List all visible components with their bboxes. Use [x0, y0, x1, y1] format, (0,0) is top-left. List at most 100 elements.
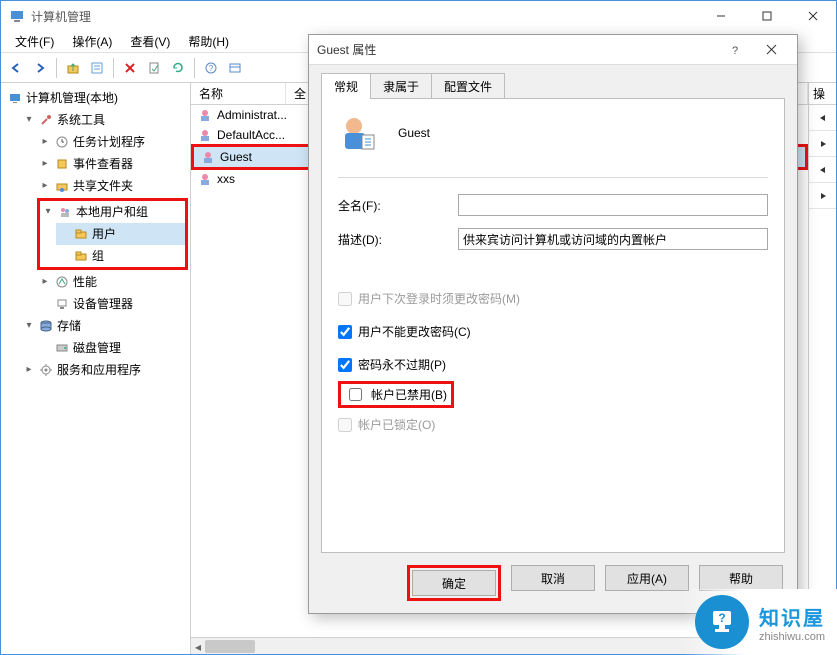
scroll-left-icon[interactable]: ◂ — [191, 638, 205, 655]
cancel-button[interactable]: 取消 — [511, 565, 595, 591]
users-groups-icon — [57, 204, 73, 220]
check-cannot-change-row[interactable]: 用户不能更改密码(C) — [338, 323, 768, 340]
chevron-down-icon[interactable]: ▾ — [23, 110, 35, 130]
check-locked-row: 帐户已锁定(O) — [338, 416, 768, 433]
tree-disk-management[interactable]: 磁盘管理 — [37, 337, 188, 359]
check-label: 用户不能更改密码(C) — [358, 323, 471, 340]
delete-button[interactable] — [119, 57, 141, 79]
forward-button[interactable] — [29, 57, 51, 79]
user-icon — [197, 127, 213, 143]
scroll-thumb[interactable] — [205, 640, 255, 653]
tree-pane: 计算机管理(本地) ▾ 系统工具 — [1, 83, 191, 654]
user-large-icon — [338, 113, 378, 153]
tree-label: 共享文件夹 — [73, 176, 133, 196]
up-folder-button[interactable] — [62, 57, 84, 79]
actions-expand-1[interactable] — [809, 105, 836, 131]
minimize-button[interactable] — [698, 1, 744, 31]
menu-view[interactable]: 查看(V) — [122, 31, 178, 52]
check-cannot-change[interactable] — [338, 325, 352, 339]
tree-root[interactable]: 计算机管理(本地) — [5, 87, 188, 109]
tree-system-tools[interactable]: ▾ 系统工具 — [21, 109, 188, 131]
ok-button[interactable]: 确定 — [412, 570, 496, 596]
back-button[interactable] — [5, 57, 27, 79]
tab-general[interactable]: 常规 — [321, 73, 371, 99]
tree-storage[interactable]: ▾ 存储 — [21, 315, 188, 337]
tree-label: 存储 — [57, 316, 81, 336]
app-icon — [9, 8, 25, 24]
tools-icon — [38, 112, 54, 128]
properties-button[interactable] — [86, 57, 108, 79]
check-never-expire[interactable] — [338, 358, 352, 372]
tab-profile[interactable]: 配置文件 — [431, 73, 505, 99]
tree-label: 磁盘管理 — [73, 338, 121, 358]
list-item-label: Administrat... — [217, 108, 287, 122]
maximize-button[interactable] — [744, 1, 790, 31]
chevron-right-icon[interactable]: ▸ — [23, 360, 35, 380]
help-button[interactable]: 帮助 — [699, 565, 783, 591]
tree-label: 性能 — [73, 272, 97, 292]
refresh-button[interactable] — [167, 57, 189, 79]
export-button[interactable] — [143, 57, 165, 79]
performance-icon — [54, 274, 70, 290]
tree-label: 本地用户和组 — [76, 202, 148, 222]
menu-action[interactable]: 操作(A) — [64, 31, 120, 52]
chevron-right-icon[interactable]: ▸ — [39, 132, 51, 152]
description-label: 描述(D): — [338, 231, 448, 248]
description-input[interactable] — [458, 228, 768, 250]
watermark-title: 知识屋 — [759, 602, 825, 631]
actions-item-2[interactable] — [809, 183, 836, 209]
watermark: ? 知识屋 zhishiwu.com — [683, 589, 837, 655]
check-never-expire-row[interactable]: 密码永不过期(P) — [338, 356, 768, 373]
tree-groups[interactable]: 组 — [56, 245, 185, 267]
dialog-close-button[interactable] — [753, 35, 789, 65]
apply-button[interactable]: 应用(A) — [605, 565, 689, 591]
tree-services-apps[interactable]: ▸ 服务和应用程序 — [21, 359, 188, 381]
tree-task-scheduler[interactable]: ▸ 任务计划程序 — [37, 131, 188, 153]
tree-users[interactable]: 用户 — [56, 223, 185, 245]
device-icon — [54, 296, 70, 312]
view-button[interactable] — [224, 57, 246, 79]
tree-label: 设备管理器 — [73, 294, 133, 314]
check-must-change-row: 用户下次登录时须更改密码(M) — [338, 290, 768, 307]
chevron-down-icon[interactable]: ▾ — [23, 316, 35, 336]
check-label: 帐户已禁用(B) — [371, 386, 447, 403]
help-button[interactable]: ? — [200, 57, 222, 79]
dialog-help-button[interactable]: ? — [717, 35, 753, 65]
folder-icon — [73, 226, 89, 242]
user-icon — [197, 107, 213, 123]
menu-help[interactable]: 帮助(H) — [180, 31, 237, 52]
chevron-right-icon[interactable]: ▸ — [39, 154, 51, 174]
clock-icon — [54, 134, 70, 150]
folder-icon — [73, 248, 89, 264]
tree-performance[interactable]: ▸ 性能 — [37, 271, 188, 293]
list-item-label: DefaultAcc... — [217, 128, 285, 142]
chevron-right-icon[interactable]: ▸ — [39, 176, 51, 196]
check-must-change — [338, 292, 352, 306]
check-label: 帐户已锁定(O) — [358, 416, 435, 433]
check-account-disabled[interactable] — [349, 388, 362, 401]
tree-device-manager[interactable]: 设备管理器 — [37, 293, 188, 315]
list-item-label: xxs — [217, 172, 235, 186]
dialog-title: Guest 属性 — [317, 41, 717, 58]
window-controls — [698, 1, 836, 31]
actions-item-1[interactable] — [809, 131, 836, 157]
fullname-label: 全名(F): — [338, 197, 448, 214]
chevron-down-icon[interactable]: ▾ — [42, 202, 54, 222]
close-button[interactable] — [790, 1, 836, 31]
actions-pane: 操 — [808, 83, 836, 654]
window-title: 计算机管理 — [31, 8, 698, 25]
fullname-input[interactable] — [458, 194, 768, 216]
tree-event-viewer[interactable]: ▸ 事件查看器 — [37, 153, 188, 175]
tab-panel-general: Guest 全名(F): 描述(D): 用户下次登录时须更改密码(M) 用户不能… — [321, 98, 785, 553]
menu-file[interactable]: 文件(F) — [7, 31, 62, 52]
tab-member-of[interactable]: 隶属于 — [370, 73, 432, 99]
tree-shared-folders[interactable]: ▸ 共享文件夹 — [37, 175, 188, 197]
actions-expand-2[interactable] — [809, 157, 836, 183]
tree[interactable]: 计算机管理(本地) ▾ 系统工具 — [3, 87, 188, 381]
chevron-right-icon[interactable]: ▸ — [39, 272, 51, 292]
column-name[interactable]: 名称 — [191, 83, 286, 104]
event-icon — [54, 156, 70, 172]
check-locked — [338, 418, 352, 432]
tree-local-users-groups[interactable]: ▾ 本地用户和组 — [40, 201, 185, 223]
tree-label: 事件查看器 — [73, 154, 133, 174]
